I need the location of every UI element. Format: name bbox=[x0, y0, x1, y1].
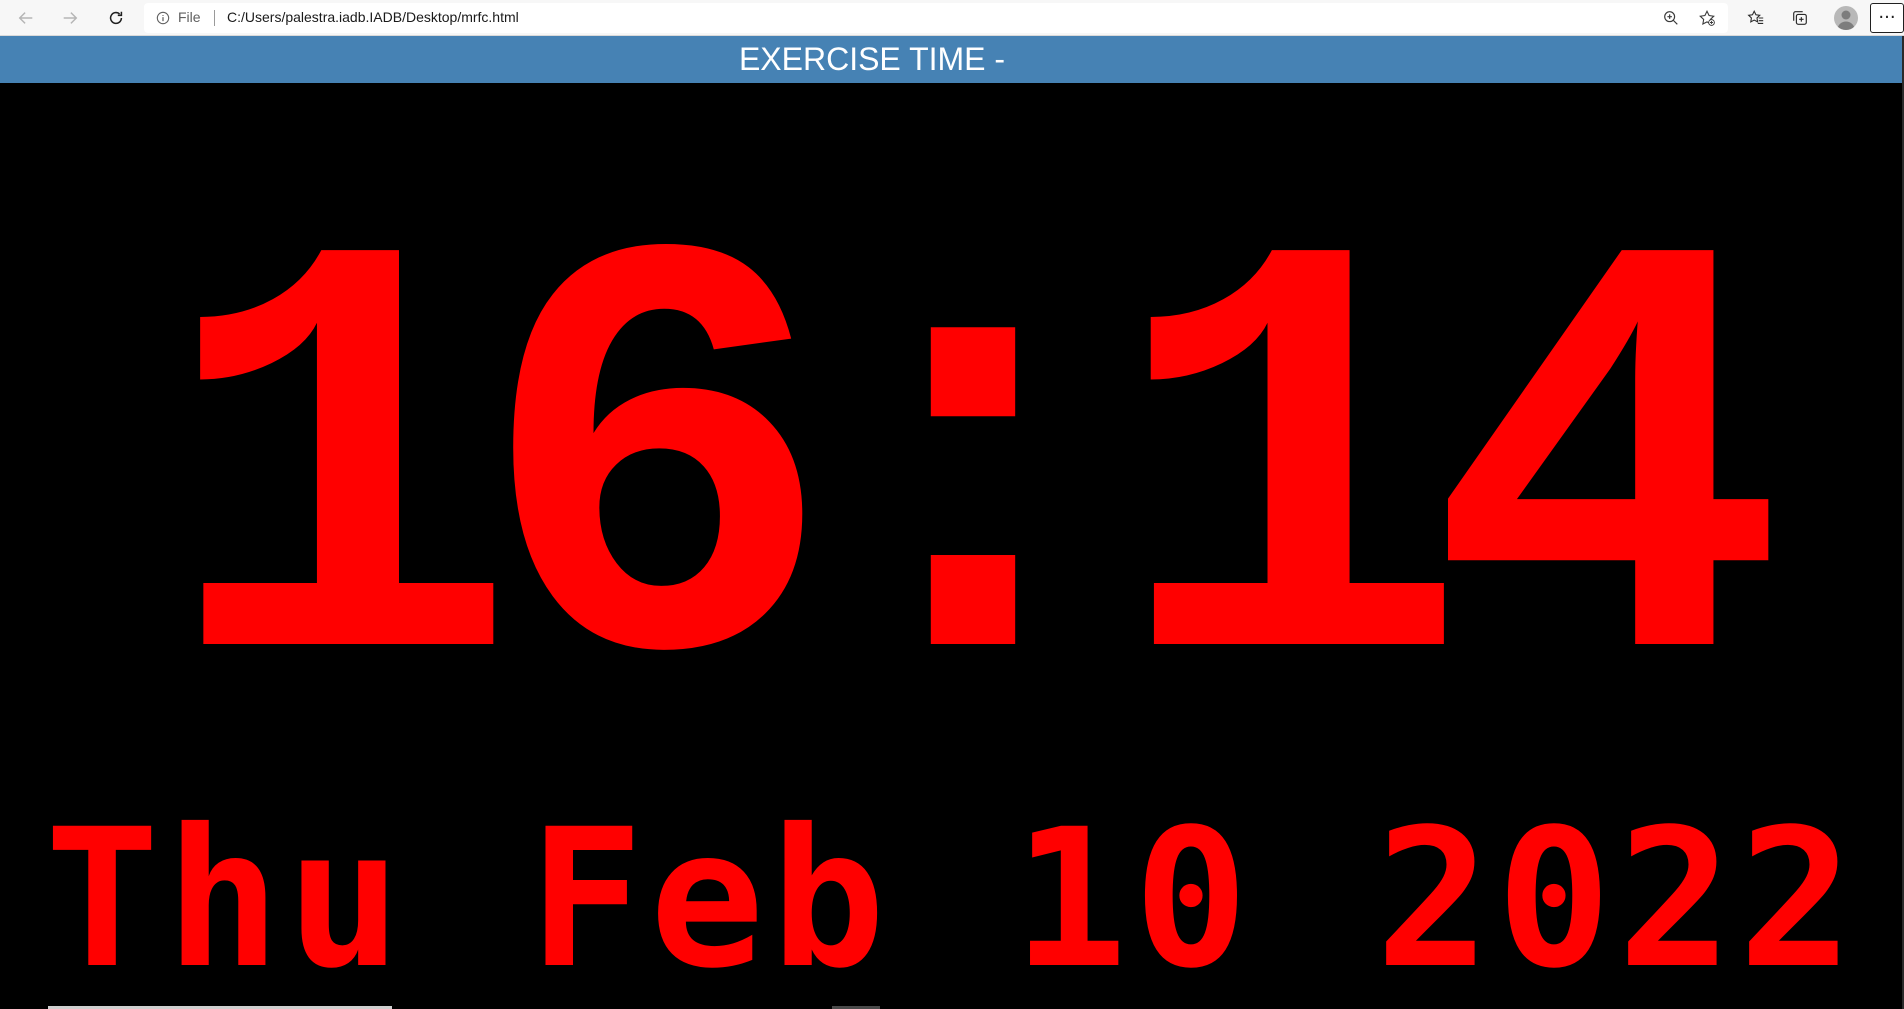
url-text[interactable]: C:/Users/palestra.iadb.IADB/Desktop/mrfc… bbox=[227, 9, 519, 25]
address-separator bbox=[214, 10, 215, 26]
back-arrow-icon bbox=[18, 12, 33, 24]
add-favorite-icon[interactable] bbox=[1698, 9, 1716, 27]
favorites-icon bbox=[1747, 10, 1764, 24]
clock-time: 16:14 bbox=[159, 146, 1786, 824]
site-scheme-label: File bbox=[178, 9, 201, 25]
profile-button[interactable] bbox=[1834, 6, 1858, 30]
profile-avatar-icon bbox=[1837, 10, 1855, 30]
forward-arrow-icon bbox=[63, 12, 78, 24]
header-bar: EXERCISE TIME - bbox=[0, 36, 1904, 83]
web-page: EXERCISE TIME - 16:14 Thu Feb 10 2022 bbox=[0, 36, 1904, 1009]
collections-button[interactable] bbox=[1788, 6, 1812, 30]
back-button[interactable] bbox=[12, 4, 40, 32]
page-title: EXERCISE TIME - bbox=[738, 41, 1006, 77]
favorites-button[interactable] bbox=[1744, 6, 1768, 30]
settings-more-button[interactable]: ··· bbox=[1870, 3, 1904, 33]
collections-icon bbox=[1793, 11, 1807, 25]
forward-button[interactable] bbox=[56, 4, 84, 32]
refresh-icon bbox=[109, 11, 123, 25]
refresh-button[interactable] bbox=[102, 4, 130, 32]
address-bar[interactable]: File C:/Users/palestra.iadb.IADB/Desktop… bbox=[144, 3, 1728, 33]
zoom-icon[interactable] bbox=[1662, 9, 1680, 27]
browser-toolbar: File C:/Users/palestra.iadb.IADB/Desktop… bbox=[0, 0, 1904, 36]
info-icon[interactable] bbox=[156, 11, 170, 25]
clock-date: Thu Feb 10 2022 bbox=[44, 789, 1860, 1009]
